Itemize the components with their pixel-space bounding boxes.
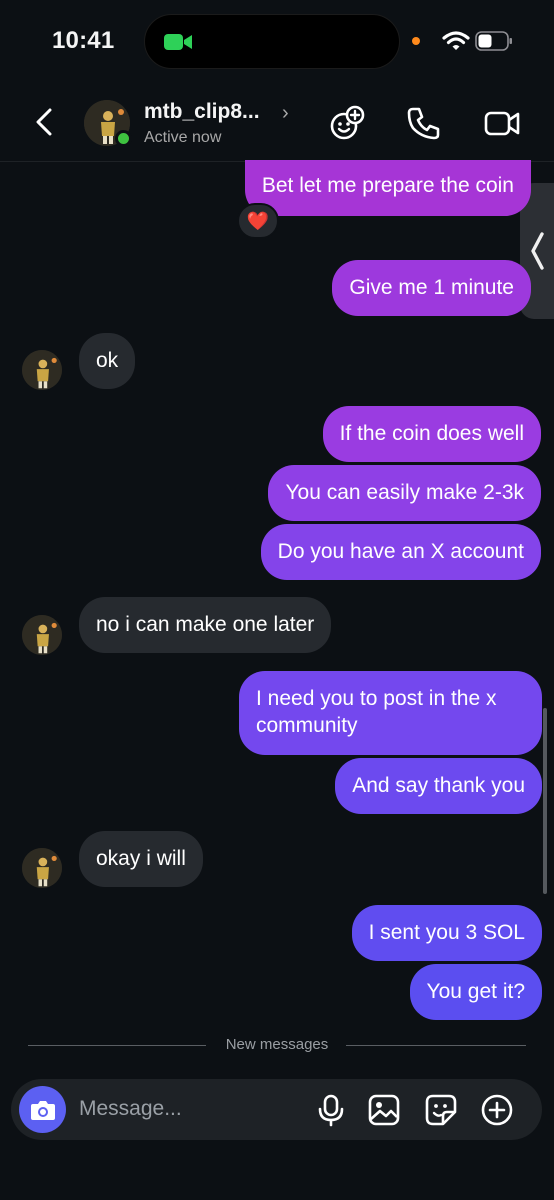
- sticker-icon[interactable]: [424, 1093, 458, 1127]
- message-bubble-outgoing[interactable]: I need you to post in the x community: [239, 671, 542, 755]
- wifi-icon: [442, 31, 470, 50]
- back-icon[interactable]: [30, 106, 58, 138]
- message-bubble-outgoing[interactable]: Give me 1 minute: [332, 260, 531, 316]
- online-indicator: [115, 130, 132, 147]
- battery-icon: [475, 31, 512, 51]
- camera-button[interactable]: [19, 1086, 66, 1133]
- sender-avatar[interactable]: [22, 615, 62, 655]
- message-bubble-outgoing[interactable]: You can easily make 2-3k: [268, 465, 541, 521]
- status-bar: 10:41: [0, 0, 554, 84]
- message-bubble-incoming[interactable]: ok: [79, 333, 136, 389]
- avatar-image: [22, 615, 62, 655]
- divider-label: New messages: [225, 1036, 329, 1053]
- message-bubble-outgoing[interactable]: And say thank you: [335, 758, 542, 814]
- heart-icon: ❤️: [246, 210, 270, 231]
- avatar-image: [22, 350, 62, 390]
- chat-header: mtb_clip8... › Active now: [0, 84, 554, 162]
- message-bubble-outgoing[interactable]: Bet let me prepare the coin: [244, 160, 531, 216]
- camera-icon: [30, 1100, 55, 1120]
- contact-status: Active now: [144, 129, 222, 146]
- plus-icon[interactable]: [480, 1093, 514, 1127]
- sender-avatar[interactable]: [22, 848, 62, 888]
- status-time: 10:41: [52, 27, 115, 54]
- message-bubble-outgoing[interactable]: You get it?: [409, 964, 542, 1020]
- dynamic-island: [144, 14, 400, 69]
- message-reaction[interactable]: ❤️: [237, 203, 279, 239]
- video-call-icon[interactable]: [483, 104, 521, 142]
- avatar-image: [22, 848, 62, 888]
- message-bubble-incoming[interactable]: no i can make one later: [79, 597, 332, 653]
- message-bubble-outgoing[interactable]: Do you have an X account: [260, 524, 541, 580]
- gallery-icon[interactable]: [367, 1093, 401, 1127]
- microphone-icon[interactable]: [314, 1093, 348, 1127]
- message-composer: [11, 1079, 542, 1140]
- scrollbar[interactable]: [543, 708, 547, 894]
- chevron-left-icon: [531, 232, 544, 270]
- facetime-icon: [164, 34, 192, 50]
- new-messages-divider: New messages: [28, 1036, 526, 1056]
- message-input[interactable]: [79, 1089, 299, 1129]
- contact-name[interactable]: mtb_clip8...: [144, 100, 260, 124]
- message-bubble-outgoing[interactable]: If the coin does well: [322, 406, 541, 462]
- message-bubble-outgoing[interactable]: I sent you 3 SOL: [351, 905, 542, 961]
- message-bubble-incoming[interactable]: okay i will: [79, 831, 203, 887]
- sender-avatar[interactable]: [22, 350, 62, 390]
- privacy-indicator: [412, 37, 420, 45]
- phone-icon[interactable]: [405, 104, 443, 142]
- emoji-add-icon[interactable]: [328, 104, 366, 142]
- contact-avatar[interactable]: [84, 100, 132, 147]
- chevron-right-icon[interactable]: ›: [282, 102, 289, 125]
